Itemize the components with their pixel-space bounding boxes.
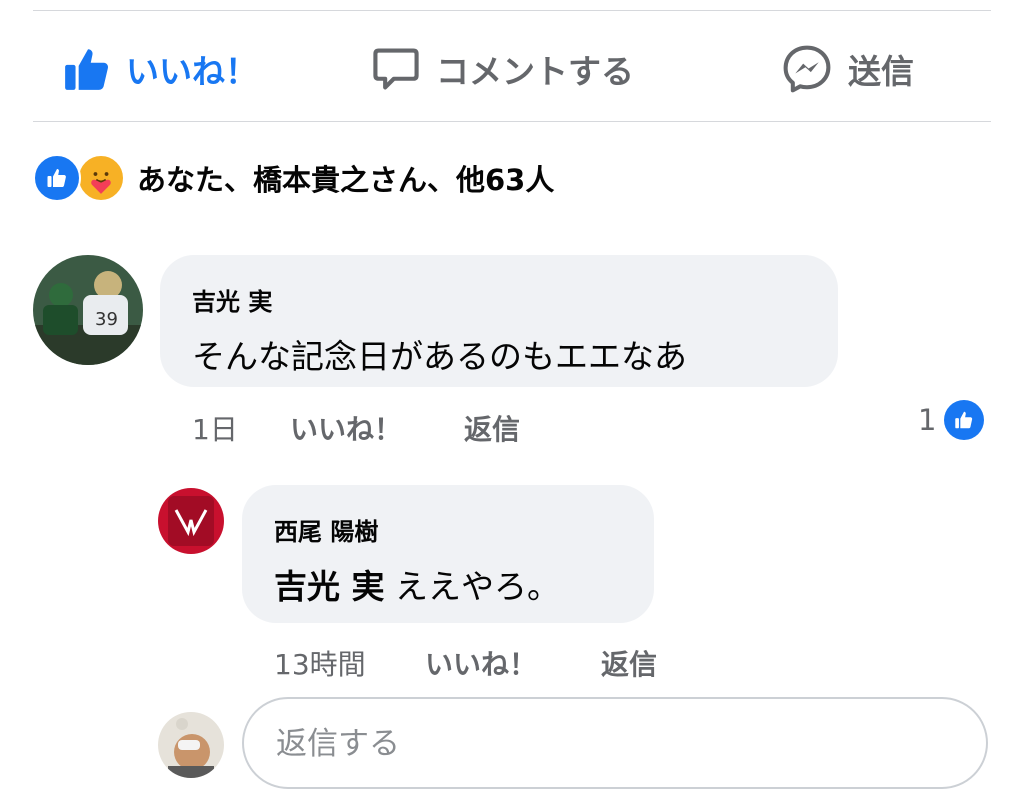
current-user-avatar <box>158 712 224 778</box>
comment-like-link[interactable]: いいね！ <box>290 408 402 448</box>
thumbs-up-icon <box>62 44 112 94</box>
comment-text: そんな記念日があるのもエエなあ <box>192 337 687 376</box>
reply-input[interactable] <box>274 721 958 767</box>
comment-like-count-number: 1 <box>918 403 937 437</box>
reply-like-link[interactable]: いいね！ <box>425 643 537 683</box>
comment-icon <box>370 43 422 95</box>
care-reaction-icon <box>77 154 125 202</box>
svg-text:39: 39 <box>95 309 118 330</box>
like-reaction-icon <box>33 154 81 202</box>
reply-input-container[interactable] <box>242 697 988 789</box>
comment-button-label: コメントする <box>436 52 634 91</box>
reply-mention[interactable]: 吉光 実 <box>274 567 385 606</box>
like-button-label: いいね！ <box>126 52 258 91</box>
like-reaction-icon <box>944 400 985 440</box>
send-button-label: 送信 <box>848 52 914 91</box>
messenger-icon <box>780 42 834 96</box>
action-divider <box>33 121 991 122</box>
reply-timestamp[interactable]: 13時間 <box>274 643 366 683</box>
comment-timestamp[interactable]: 1日 <box>192 408 238 448</box>
send-button[interactable]: 送信 <box>780 38 914 100</box>
reply-reply-link[interactable]: 返信 <box>601 643 657 683</box>
reply-text: 吉光 実 ええやろ。 <box>274 560 560 608</box>
comment-button[interactable]: コメントする <box>370 38 634 100</box>
reaction-summary[interactable]: あなた、橋本貴之さん、他63人 <box>33 154 555 202</box>
reply-author[interactable]: 西尾 陽樹 <box>274 512 378 547</box>
comment-author[interactable]: 吉光 実 <box>192 282 272 317</box>
replier-avatar[interactable] <box>158 488 224 554</box>
commenter-avatar[interactable]: 39 <box>33 255 143 365</box>
like-button[interactable]: いいね！ <box>62 38 258 100</box>
comment-reply-link[interactable]: 返信 <box>464 408 520 448</box>
top-divider <box>33 10 991 11</box>
comment-like-count[interactable]: 1 <box>918 400 985 440</box>
reaction-summary-text: あなた、橋本貴之さん、他63人 <box>137 163 555 197</box>
reply-body: ええやろ。 <box>395 567 560 606</box>
